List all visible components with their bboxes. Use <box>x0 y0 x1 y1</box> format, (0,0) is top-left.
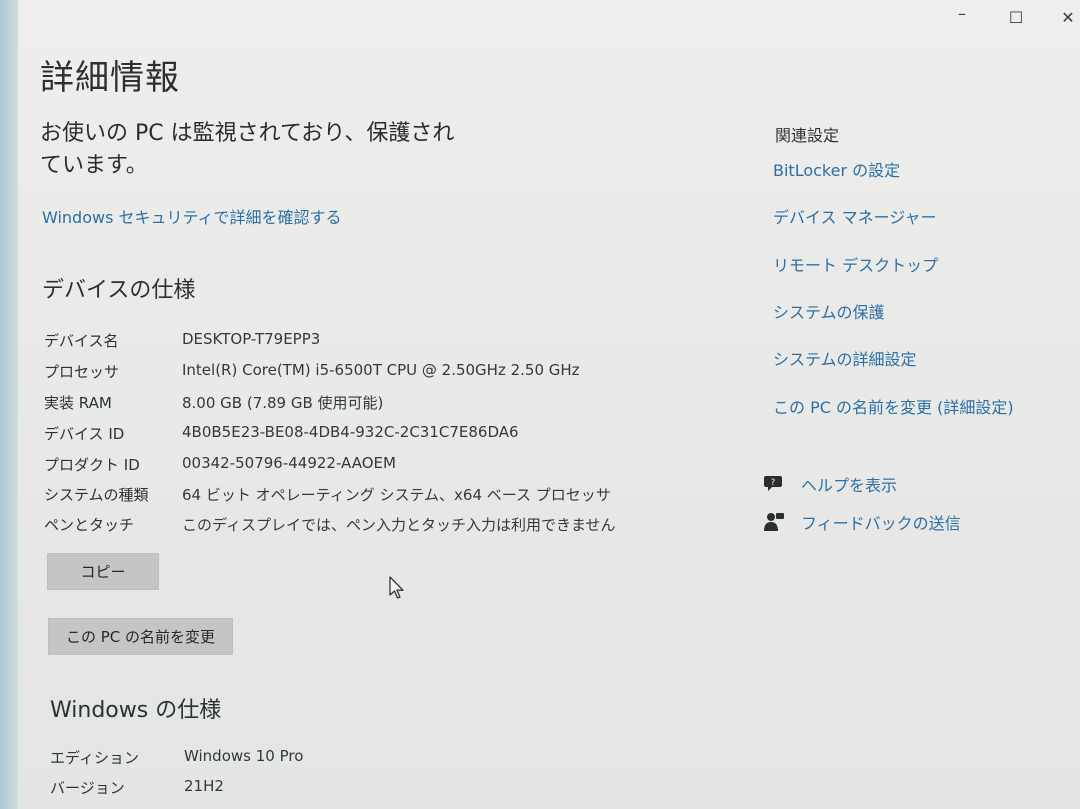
spec-label: デバイス ID <box>44 425 125 443</box>
related-link-system-protection[interactable]: システムの保護 <box>773 299 885 323</box>
minimize-button[interactable]: – <box>947 4 977 23</box>
spec-value: このディスプレイでは、ペン入力とタッチ入力は利用できません <box>182 516 616 534</box>
help-label: ヘルプを表示 <box>801 476 898 495</box>
spec-row-device-name: デバイス名 DESKTOP-T79EPP3 <box>18 330 638 358</box>
spec-label: システムの種類 <box>44 486 149 504</box>
spec-value: 4B0B5E23-BE08-4DB4-932C-2C31C7E86DA6 <box>182 423 519 441</box>
spec-row-ram: 実装 RAM 8.00 GB (7.89 GB 使用可能) <box>18 392 638 420</box>
feedback-link[interactable]: フィードバックの送信 <box>763 510 961 534</box>
windows-spec-heading: Windows の仕様 <box>50 698 222 723</box>
spec-label: デバイス名 <box>44 332 119 350</box>
spec-row-version: バージョン 21H2 <box>18 777 638 805</box>
spec-value: DESKTOP-T79EPP3 <box>182 330 321 348</box>
spec-value: Windows 10 Pro <box>184 747 304 765</box>
maximize-button[interactable]: ☐ <box>1001 8 1031 27</box>
spec-row-device-id: デバイス ID 4B0B5E23-BE08-4DB4-932C-2C31C7E8… <box>18 423 638 451</box>
related-link-bitlocker[interactable]: BitLocker の設定 <box>773 157 900 181</box>
spec-row-edition: エディション Windows 10 Pro <box>18 747 638 775</box>
spec-label: プロセッサ <box>44 363 120 381</box>
spec-label: ペンとタッチ <box>44 516 135 534</box>
windows-security-link[interactable]: Windows セキュリティで詳細を確認する <box>42 204 342 228</box>
copy-button[interactable]: コピー <box>47 553 159 590</box>
spec-value: Intel(R) Core(TM) i5-6500T CPU @ 2.50GHz… <box>182 361 580 379</box>
spec-row-product-id: プロダクト ID 00342-50796-44922-AAOEM <box>18 454 638 482</box>
spec-row-pen-touch: ペンとタッチ このディスプレイでは、ペン入力とタッチ入力は利用できません <box>18 514 638 542</box>
spec-label: エディション <box>50 749 139 767</box>
spec-value: 64 ビット オペレーティング システム、x64 ベース プロセッサ <box>182 486 611 504</box>
related-settings-title: 関連設定 <box>775 126 840 145</box>
related-link-remote-desktop[interactable]: リモート デスクトップ <box>773 252 938 276</box>
spec-value: 00342-50796-44922-AAOEM <box>182 454 396 472</box>
feedback-person-icon <box>764 513 784 531</box>
related-link-advanced-system[interactable]: システムの詳細設定 <box>773 346 917 370</box>
spec-label: バージョン <box>50 779 125 797</box>
spec-label: プロダクト ID <box>44 456 140 474</box>
mouse-pointer-icon <box>389 576 404 599</box>
spec-label: 実装 RAM <box>44 394 112 412</box>
settings-window: – ☐ ✕ 詳細情報 お使いの PC は監視されており、保護されています。 Wi… <box>18 0 1080 809</box>
related-link-rename-advanced[interactable]: この PC の名前を変更 (詳細設定) <box>773 394 1014 418</box>
device-spec-heading: デバイスの仕様 <box>42 278 196 303</box>
spec-value: 8.00 GB (7.89 GB 使用可能) <box>182 394 384 412</box>
spec-row-system-type: システムの種類 64 ビット オペレーティング システム、x64 ベース プロセ… <box>18 484 638 512</box>
rename-pc-button[interactable]: この PC の名前を変更 <box>48 618 233 655</box>
feedback-label: フィードバックの送信 <box>801 514 961 533</box>
spec-row-processor: プロセッサ Intel(R) Core(TM) i5-6500T CPU @ 2… <box>18 361 638 389</box>
close-button[interactable]: ✕ <box>1053 8 1080 27</box>
help-chat-icon: ? <box>764 476 782 491</box>
help-link[interactable]: ? ヘルプを表示 <box>763 472 897 496</box>
page-title: 詳細情報 <box>40 58 180 98</box>
protection-status: お使いの PC は監視されており、保護されています。 <box>40 121 455 178</box>
svg-text:?: ? <box>771 478 776 488</box>
related-link-device-manager[interactable]: デバイス マネージャー <box>773 204 937 228</box>
spec-value: 21H2 <box>184 777 224 795</box>
